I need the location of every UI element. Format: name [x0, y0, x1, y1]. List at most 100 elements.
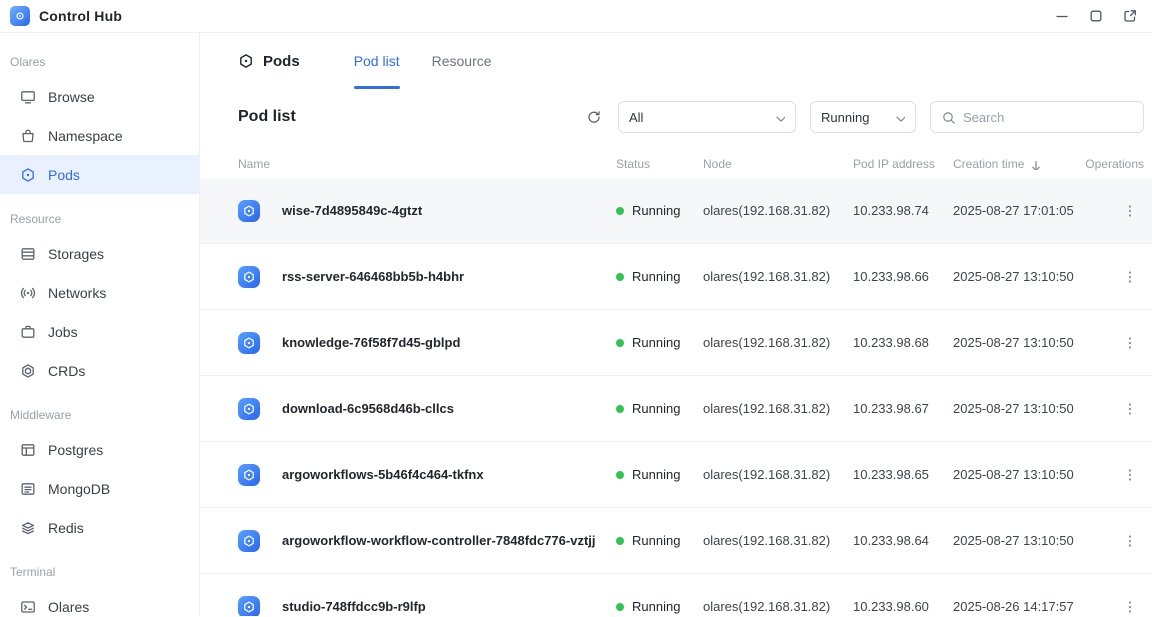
redis-icon: [20, 520, 36, 536]
status-text: Running: [632, 203, 680, 218]
page-title: Pods: [238, 33, 300, 89]
pod-ip-address: 10.233.98.68: [853, 335, 953, 350]
status-text: Running: [632, 467, 680, 482]
column-header-node: Node: [703, 157, 853, 171]
node-name: olares(192.168.31.82): [703, 401, 853, 416]
column-header-creation-time[interactable]: Creation time: [953, 157, 1096, 171]
status-filter-dropdown[interactable]: Running: [810, 101, 916, 133]
pod-icon: [238, 464, 260, 486]
sidebar-item-label: Networks: [48, 285, 106, 301]
sidebar-item-browse[interactable]: Browse: [0, 77, 199, 116]
status-running-dot: [616, 471, 624, 479]
table-row[interactable]: knowledge-76f58f7d45-gblpd Running olare…: [200, 310, 1152, 376]
postgres-icon: [20, 442, 36, 458]
table-body: wise-7d4895849c-4gtzt Running olares(192…: [200, 178, 1152, 616]
node-name: olares(192.168.31.82): [703, 203, 853, 218]
tab-resource[interactable]: Resource: [432, 33, 492, 89]
category-filter-dropdown[interactable]: All: [618, 101, 796, 133]
more-actions-icon[interactable]: [1116, 331, 1144, 355]
sidebar-item-label: Namespace: [48, 128, 123, 144]
sidebar-item-label: Redis: [48, 520, 84, 536]
minimize-icon[interactable]: [1054, 8, 1070, 24]
node-name: olares(192.168.31.82): [703, 533, 853, 548]
more-actions-icon[interactable]: [1116, 463, 1144, 487]
more-actions-icon[interactable]: [1116, 529, 1144, 553]
maximize-icon[interactable]: [1088, 8, 1104, 24]
more-actions-icon[interactable]: [1116, 595, 1144, 617]
table-row[interactable]: argoworkflows-5b46f4c464-tkfnx Running o…: [200, 442, 1152, 508]
pod-icon: [238, 266, 260, 288]
tab-pod-list[interactable]: Pod list: [354, 33, 400, 89]
terminal-icon: [20, 599, 36, 615]
column-header-pod-ip: Pod IP address: [853, 157, 953, 171]
pod-name: download-6c9568d46b-cllcs: [282, 401, 454, 416]
node-name: olares(192.168.31.82): [703, 335, 853, 350]
storages-icon: [20, 246, 36, 262]
open-external-icon[interactable]: [1122, 8, 1138, 24]
category-filter-value: All: [629, 110, 643, 125]
sidebar-section-label: Resource: [0, 204, 199, 234]
sort-descending-icon: [1028, 158, 1040, 170]
sidebar: Olares Browse Namespace Pods Resource St…: [0, 33, 200, 616]
status-text: Running: [632, 401, 680, 416]
sidebar-item-label: MongoDB: [48, 481, 110, 497]
pod-name: argoworkflows-5b46f4c464-tkfnx: [282, 467, 484, 482]
status-running-dot: [616, 207, 624, 215]
table-row[interactable]: studio-748ffdcc9b-r9lfp Running olares(1…: [200, 574, 1152, 616]
pod-ip-address: 10.233.98.66: [853, 269, 953, 284]
sidebar-item-mongodb[interactable]: MongoDB: [0, 469, 199, 508]
status-text: Running: [632, 269, 680, 284]
page-header: Pods Pod list Resource: [200, 33, 1152, 89]
sidebar-item-postgres[interactable]: Postgres: [0, 430, 199, 469]
sidebar-section-label: Terminal: [0, 557, 199, 587]
more-actions-icon[interactable]: [1116, 397, 1144, 421]
sidebar-item-networks[interactable]: Networks: [0, 273, 199, 312]
mongodb-icon: [20, 481, 36, 497]
sidebar-item-storages[interactable]: Storages: [0, 234, 199, 273]
pod-icon: [238, 200, 260, 222]
chevron-down-icon: [773, 111, 785, 123]
app-title: Control Hub: [39, 8, 122, 24]
refresh-icon[interactable]: [584, 107, 604, 127]
pod-icon: [238, 332, 260, 354]
creation-time: 2025-08-27 13:10:50: [953, 269, 1096, 284]
sidebar-item-terminal-olares[interactable]: Olares: [0, 587, 199, 616]
creation-time: 2025-08-27 13:10:50: [953, 533, 1096, 548]
jobs-icon: [20, 324, 36, 340]
tab-bar: Pod list Resource: [354, 33, 492, 89]
table-row[interactable]: download-6c9568d46b-cllcs Running olares…: [200, 376, 1152, 442]
networks-icon: [20, 285, 36, 301]
sidebar-item-label: CRDs: [48, 363, 85, 379]
more-actions-icon[interactable]: [1116, 265, 1144, 289]
sidebar-section-middleware: Middleware Postgres MongoDB Redis: [0, 400, 199, 547]
pod-icon: [238, 530, 260, 552]
status-filter-value: Running: [821, 110, 869, 125]
more-actions-icon[interactable]: [1116, 199, 1144, 223]
sidebar-item-pods[interactable]: Pods: [0, 155, 199, 194]
chevron-down-icon: [893, 111, 905, 123]
search-input[interactable]: [963, 110, 1133, 125]
search-icon: [941, 110, 955, 124]
node-name: olares(192.168.31.82): [703, 599, 853, 614]
status-running-dot: [616, 537, 624, 545]
pod-ip-address: 10.233.98.60: [853, 599, 953, 614]
column-header-operations: Operations: [1096, 157, 1144, 171]
sidebar-item-redis[interactable]: Redis: [0, 508, 199, 547]
pod-ip-address: 10.233.98.64: [853, 533, 953, 548]
titlebar: Control Hub: [0, 0, 1152, 33]
sidebar-section-terminal: Terminal Olares: [0, 557, 199, 616]
sidebar-section-label: Olares: [0, 47, 199, 77]
table-row[interactable]: argoworkflow-workflow-controller-7848fdc…: [200, 508, 1152, 574]
sidebar-item-jobs[interactable]: Jobs: [0, 312, 199, 351]
table-row[interactable]: wise-7d4895849c-4gtzt Running olares(192…: [200, 178, 1152, 244]
table-row[interactable]: rss-server-646468bb5b-h4bhr Running olar…: [200, 244, 1152, 310]
crds-icon: [20, 363, 36, 379]
sidebar-item-label: Pods: [48, 167, 80, 183]
pods-title-icon: [238, 53, 254, 69]
pod-name: knowledge-76f58f7d45-gblpd: [282, 335, 460, 350]
sidebar-item-label: Olares: [48, 599, 89, 615]
sidebar-item-label: Browse: [48, 89, 95, 105]
sidebar-item-namespace[interactable]: Namespace: [0, 116, 199, 155]
sidebar-item-crds[interactable]: CRDs: [0, 351, 199, 390]
sidebar-section-resource: Resource Storages Networks Jobs CRDs: [0, 204, 199, 390]
